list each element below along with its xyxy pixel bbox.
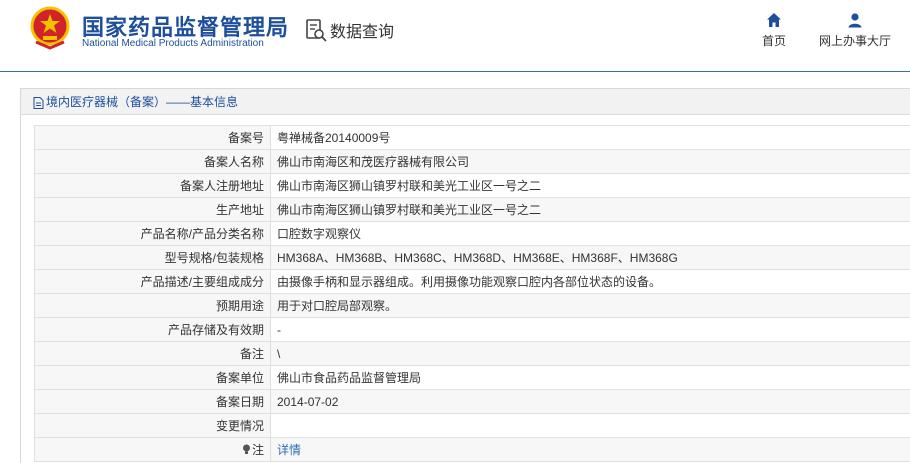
table-row: 变更情况 (34, 413, 910, 438)
field-label: 注 (34, 437, 271, 462)
nav-hall-label: 网上办事大厅 (818, 34, 891, 48)
panel-header: 境内医疗器械（备案）——基本信息 (21, 89, 910, 115)
field-value-text: 由摄像手柄和显示器组成。利用摄像功能观察口腔内各部位状态的设备。 (277, 275, 662, 289)
site-subtitle: National Medical Products Administration (82, 38, 264, 49)
table-row: 备案人名称 佛山市南海区和茂医疗器械有限公司 (34, 149, 910, 174)
field-label-text: 备注 (239, 347, 264, 361)
field-label: 生产地址 (34, 197, 271, 222)
table-row: 生产地址 佛山市南海区狮山镇罗村联和美光工业区一号之二 (34, 197, 910, 222)
field-value-text: 佛山市南海区狮山镇罗村联和美光工业区一号之二 (277, 203, 542, 217)
table-row: 产品存储及有效期 - (34, 317, 910, 342)
detail-link[interactable]: 详情 (277, 443, 301, 457)
field-label: 产品描述/主要组成成分 (34, 269, 271, 294)
user-icon (848, 13, 862, 28)
field-label-text: 注 (251, 443, 264, 457)
field-value-text: - (277, 322, 281, 337)
table-row: 产品描述/主要组成成分 由摄像手柄和显示器组成。利用摄像功能观察口腔内各部位状态的… (34, 269, 910, 294)
field-value-text: 佛山市食品药品监督管理局 (277, 371, 422, 385)
document-search-icon (306, 19, 327, 42)
field-label-text: 型号规格/包装规格 (164, 251, 264, 265)
field-value (270, 413, 910, 438)
field-label-text: 备案号 (227, 131, 264, 145)
field-label-text: 预期用途 (215, 299, 264, 313)
field-label: 产品名称/产品分类名称 (34, 221, 271, 246)
field-value: - (270, 317, 910, 342)
site-header: 国家药品监督管理局 National Medical Products Admi… (0, 0, 910, 72)
field-value: 佛山市南海区狮山镇罗村联和美光工业区一号之二 (270, 197, 910, 222)
table-row: 型号规格/包装规格 HM368A、HM368B、HM368C、HM368D、HM3… (34, 245, 910, 270)
field-label-text: 备案人注册地址 (179, 179, 264, 193)
field-label-text: 产品描述/主要组成成分 (140, 275, 264, 289)
field-value: HM368A、HM368B、HM368C、HM368D、HM368E、HM368… (270, 245, 910, 270)
field-label: 备案号 (34, 125, 271, 150)
field-value: 详情 (270, 437, 910, 462)
table-row: 备案人注册地址 佛山市南海区狮山镇罗村联和美光工业区一号之二 (34, 173, 910, 198)
field-value-text: 佛山市南海区和茂医疗器械有限公司 (277, 155, 470, 169)
field-value-text: 用于对口腔局部观察。 (277, 299, 398, 313)
field-value: \ (270, 341, 910, 366)
field-label-text: 备案人名称 (203, 155, 264, 169)
field-label: 预期用途 (34, 293, 271, 318)
field-value: 佛山市南海区和茂医疗器械有限公司 (270, 149, 910, 174)
field-label-text: 备案单位 (215, 371, 264, 385)
field-value: 由摄像手柄和显示器组成。利用摄像功能观察口腔内各部位状态的设备。 (270, 269, 910, 294)
field-value: 佛山市南海区狮山镇罗村联和美光工业区一号之二 (270, 173, 910, 198)
nav-home[interactable]: 首页 (758, 12, 790, 49)
document-icon (33, 96, 44, 109)
home-icon (767, 13, 781, 27)
field-label: 变更情况 (34, 413, 271, 438)
table-row: 产品名称/产品分类名称 口腔数字观察仪 (34, 221, 910, 246)
field-label-text: 备案日期 (215, 395, 264, 409)
field-label-text: 变更情况 (215, 419, 264, 433)
field-value: 佛山市食品药品监督管理局 (270, 365, 910, 390)
field-label: 备案人名称 (34, 149, 271, 174)
field-value-text: 口腔数字观察仪 (277, 227, 362, 241)
field-value: 口腔数字观察仪 (270, 221, 910, 246)
field-value: 2014-07-02 (270, 389, 910, 414)
nav-online-service-hall[interactable]: 网上办事大厅 (816, 12, 894, 49)
field-label: 产品存储及有效期 (34, 317, 271, 342)
field-value-text: 佛山市南海区狮山镇罗村联和美光工业区一号之二 (277, 179, 542, 193)
basic-info-table: 备案号 粤禅械备20140009号 备案人名称 佛山市南海区和茂医疗器械有限公司 备案人… (34, 125, 910, 462)
field-value-text: \ (277, 346, 281, 361)
field-label-text: 产品存储及有效期 (167, 323, 264, 337)
data-query-title: 数据查询 (330, 24, 395, 41)
table-row: 备案号 粤禅械备20140009号 (34, 125, 910, 150)
table-row: 预期用途 用于对口腔局部观察。 (34, 293, 910, 318)
table-row: 注详情 (34, 437, 910, 462)
record-panel: 境内医疗器械（备案）——基本信息 备案号 粤禅械备20140009号 备案人名称 佛山… (20, 88, 910, 463)
field-label: 备注 (34, 341, 271, 366)
field-value: 用于对口腔局部观察。 (270, 293, 910, 318)
field-label-text: 生产地址 (215, 203, 264, 217)
field-value: 粤禅械备20140009号 (270, 125, 910, 150)
national-emblem-icon (30, 6, 70, 50)
field-value-text: 粤禅械备20140009号 (277, 131, 391, 145)
field-label: 备案人注册地址 (34, 173, 271, 198)
table-row: 备注 \ (34, 341, 910, 366)
table-row: 备案日期 2014-07-02 (34, 389, 910, 414)
table-row: 备案单位 佛山市食品药品监督管理局 (34, 365, 910, 390)
field-value-text: HM368A、HM368B、HM368C、HM368D、HM368E、HM368… (277, 251, 678, 265)
field-value-text: 2014-07-02 (277, 394, 339, 409)
field-label-text: 产品名称/产品分类名称 (140, 227, 264, 241)
field-label: 型号规格/包装规格 (34, 245, 271, 270)
field-label: 备案单位 (34, 365, 271, 390)
nav-home-label: 首页 (761, 34, 786, 48)
field-label: 备案日期 (34, 389, 271, 414)
panel-title: 境内医疗器械（备案）——基本信息 (46, 95, 239, 109)
lightbulb-icon (242, 444, 250, 454)
